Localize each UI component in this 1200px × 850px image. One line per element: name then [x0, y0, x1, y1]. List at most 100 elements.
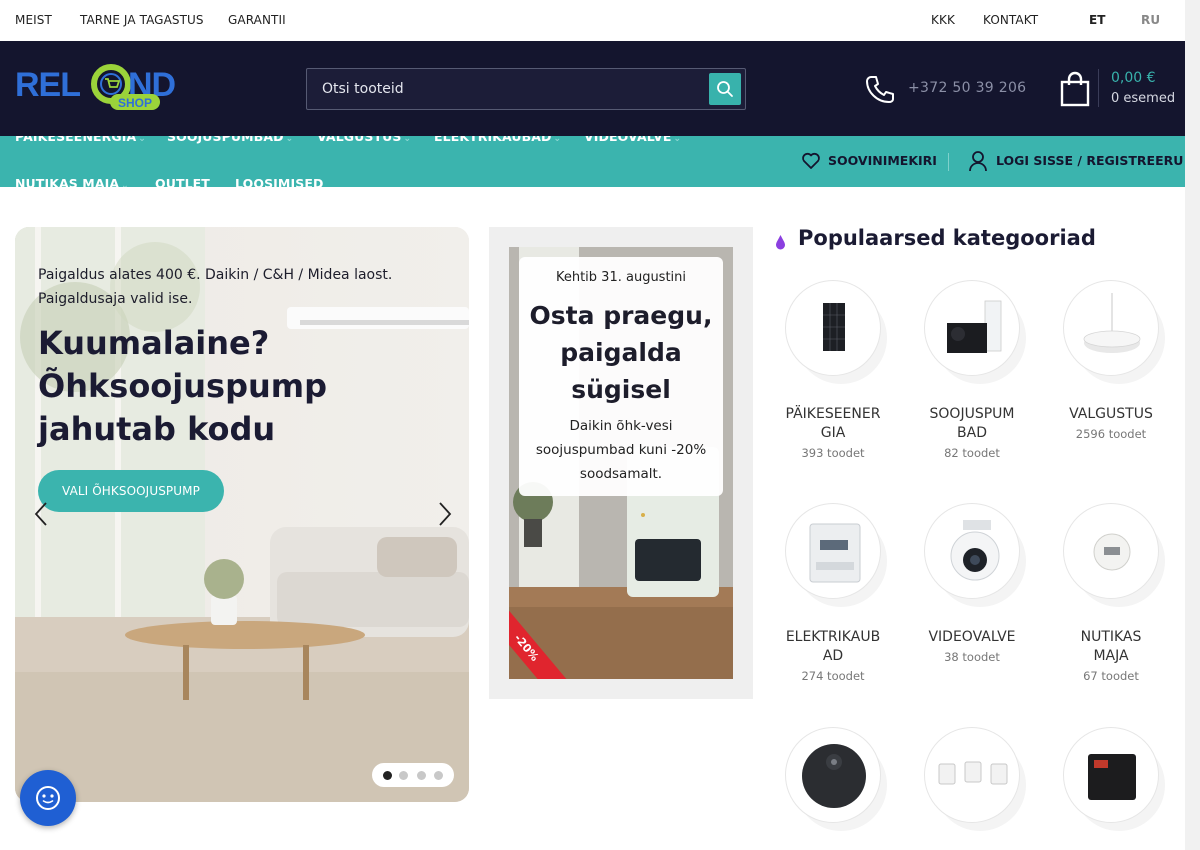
slider-dot[interactable]	[399, 771, 408, 780]
search-box[interactable]: Otsi tooteid	[306, 68, 746, 110]
chevron-down-icon: ⌄	[138, 136, 146, 144]
category-robot-vacuum[interactable]	[778, 727, 888, 823]
svg-text:REL: REL	[15, 66, 80, 104]
drop-icon	[776, 235, 785, 250]
category-name-line: VIDEOVALVE	[928, 629, 1016, 645]
promo-title: Osta praegu, paigalda sügisel	[529, 301, 713, 404]
ceiling-light-icon	[1083, 293, 1141, 353]
cart-bag-icon[interactable]	[1060, 71, 1090, 107]
category-name: PÄIKESEENER GIA	[778, 405, 888, 443]
nav-label: VALGUSTUS	[317, 136, 402, 144]
link-kontakt[interactable]: KONTAKT	[983, 13, 1038, 27]
promo-banner[interactable]: Kehtib 31. augustini Osta praegu, paigal…	[489, 227, 753, 699]
category-image	[1063, 727, 1159, 823]
phone-number[interactable]: +372 50 39 206	[908, 80, 1026, 96]
site-header: REL ND SHOP Otsi tooteid +372 50 39 206	[0, 41, 1185, 136]
slider-next-arrow[interactable]	[437, 500, 453, 534]
category-valgustus[interactable]: VALGUSTUS 2596 toodet	[1056, 280, 1166, 441]
category-count: 274 toodet	[801, 669, 865, 683]
category-name: VALGUSTUS	[1056, 405, 1166, 424]
lang-ru[interactable]: RU	[1141, 13, 1160, 27]
electric-meter-icon	[809, 523, 861, 583]
relond-logo[interactable]: REL ND SHOP	[15, 64, 190, 112]
category-name-line: SOOJUSPUM	[929, 406, 1015, 422]
heart-icon	[802, 152, 820, 169]
category-count: 2596 toodet	[1075, 427, 1147, 441]
category-name-line: BAD	[957, 425, 987, 441]
category-smart-plugs[interactable]	[917, 727, 1027, 823]
main-nav: PÄIKESEENERGIA ⌄ SOOJUSPUMBAD ⌄ VALGUSTUS ⌄…	[0, 136, 1185, 187]
slider-dot-active[interactable]	[383, 771, 392, 780]
nav-divider	[948, 153, 949, 171]
lang-et[interactable]: ET	[1089, 13, 1106, 27]
category-image	[1063, 280, 1159, 376]
category-nutikas-maja[interactable]: NUTIKAS MAJA 67 toodet	[1056, 503, 1166, 683]
category-count: 38 toodet	[944, 650, 1000, 664]
category-elektrikaubad[interactable]: ELEKTRIKAUB AD 274 toodet	[778, 503, 888, 683]
nav-label: VIDEOVALVE	[584, 136, 672, 144]
nav-label: NUTIKAS MAJA	[15, 176, 120, 187]
category-name-line: PÄIKESEENER	[785, 406, 881, 422]
security-camera-icon	[950, 520, 1000, 581]
search-button[interactable]	[709, 73, 741, 105]
hero-kicker-line: Paigaldus alates 400 €. Daikin / C&H / M…	[38, 267, 393, 283]
category-display[interactable]	[1056, 727, 1166, 823]
slider-prev-arrow[interactable]	[33, 500, 49, 534]
link-kkk[interactable]: KKK	[931, 13, 955, 27]
categories-heading: Populaarsed kategooriad	[798, 226, 1096, 250]
category-count: 82 toodet	[944, 446, 1000, 460]
search-icon	[717, 81, 733, 97]
nav-item-soojuspumbad[interactable]: SOOJUSPUMBAD ⌄	[167, 136, 293, 144]
nav-item-loosimised[interactable]: LOOSIMISED	[235, 176, 323, 187]
category-image	[785, 727, 881, 823]
cart-item-count[interactable]: 0 esemed	[1111, 91, 1175, 106]
link-meist[interactable]: MEIST	[15, 13, 52, 27]
hero-living-room-image	[15, 227, 469, 802]
chevron-down-icon: ⌄	[403, 136, 412, 144]
category-name-line: NUTIKAS	[1080, 629, 1142, 645]
promo-card[interactable]: Kehtib 31. augustini Osta praegu, paigal…	[509, 247, 733, 679]
login-register-link[interactable]: LOGI SISSE / REGISTREERU	[996, 153, 1183, 168]
category-soojuspumbad[interactable]: SOOJUSPUM BAD 82 toodet	[917, 280, 1027, 460]
link-tarne-ja-tagastus[interactable]: TARNE JA TAGASTUS	[80, 13, 204, 27]
promo-description: Daikin õhk-vesi soojuspumbad kuni -20% s…	[535, 418, 707, 482]
cart-divider	[1098, 69, 1099, 107]
search-input[interactable]: Otsi tooteid	[322, 81, 404, 97]
top-bar: MEIST TARNE JA TAGASTUS GARANTII KKK KON…	[0, 0, 1185, 41]
nav-item-nutikas-maja[interactable]: NUTIKAS MAJA ⌄	[15, 176, 129, 187]
cart-total[interactable]: 0,00 €	[1111, 70, 1156, 86]
nav-label: ELEKTRIKAUBAD	[434, 136, 552, 144]
nav-label: SOOJUSPUMBAD	[167, 136, 284, 144]
category-name: SOOJUSPUM BAD	[917, 405, 1027, 443]
category-name-line: GIA	[820, 425, 846, 441]
hero-kicker-line: Paigaldusaja valid ise.	[38, 291, 193, 307]
nav-item-outlet[interactable]: OUTLET	[155, 176, 210, 187]
nav-item-videovalve[interactable]: VIDEOVALVE ⌄	[584, 136, 681, 144]
slider-dot[interactable]	[434, 771, 443, 780]
chevron-down-icon: ⌄	[553, 136, 562, 144]
link-garantii[interactable]: GARANTII	[228, 13, 286, 27]
category-paikeseenergia[interactable]: PÄIKESEENER GIA 393 toodet	[778, 280, 888, 460]
category-name: ELEKTRIKAUB AD	[778, 628, 888, 666]
category-image	[924, 280, 1020, 376]
hero-cta-button[interactable]: VALI ÕHKSOOJUSPUMP	[38, 470, 224, 512]
category-image	[1063, 503, 1159, 599]
robot-vacuum-icon	[802, 744, 866, 808]
wishlist-link[interactable]: SOOVINIMEKIRI	[828, 153, 937, 168]
smart-plugs-icon	[938, 761, 1008, 785]
chat-bot-icon	[36, 786, 60, 810]
chevron-down-icon: ⌄	[673, 136, 682, 144]
category-image	[785, 280, 881, 376]
chat-widget-button[interactable]	[20, 770, 76, 826]
nav-item-elektrikaubad[interactable]: ELEKTRIKAUBAD ⌄	[434, 136, 561, 144]
slider-dot[interactable]	[417, 771, 426, 780]
category-name-line: VALGUSTUS	[1069, 406, 1153, 422]
page-scrollbar[interactable]	[1185, 0, 1200, 850]
user-icon	[969, 151, 987, 172]
solar-panel-icon	[823, 303, 845, 351]
nav-item-valgustus[interactable]: VALGUSTUS ⌄	[317, 136, 411, 144]
promo-kicker: Kehtib 31. augustini	[555, 270, 687, 285]
hero-title: Kuumalaine? Õhksoojuspump jahutab kodu	[38, 324, 328, 448]
nav-item-paikeseenergia[interactable]: PÄIKESEENERGIA ⌄	[15, 136, 146, 144]
category-videovalve[interactable]: VIDEOVALVE 38 toodet	[917, 503, 1027, 664]
